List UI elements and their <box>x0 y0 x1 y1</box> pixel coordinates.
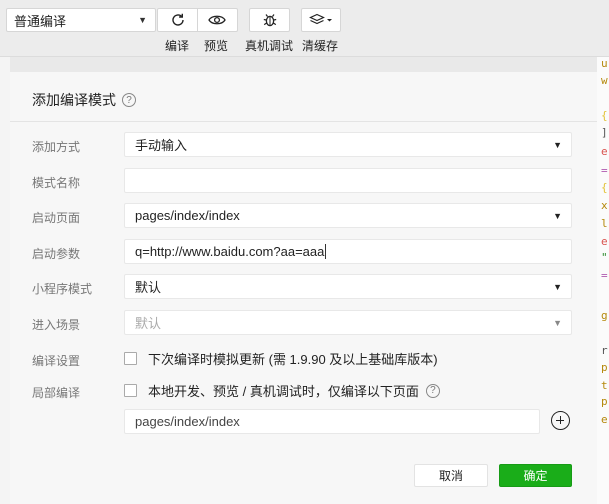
left-panel-edge <box>0 57 10 504</box>
code-glyph: " <box>601 251 608 264</box>
cancel-button[interactable]: 取消 <box>414 464 488 487</box>
code-glyph: u <box>601 57 608 70</box>
partial-compile-option[interactable]: 本地开发、预览 / 真机调试时，仅编译以下页面 ? <box>124 381 440 400</box>
partial-compile-page-input[interactable]: pages/index/index <box>124 409 540 434</box>
code-glyph: = <box>601 269 608 282</box>
divider <box>10 121 597 122</box>
caret-down-icon: ▼ <box>553 211 562 221</box>
code-glyph: e <box>601 413 608 426</box>
text-cursor <box>325 244 327 259</box>
add-method-label: 添加方式 <box>32 140 81 154</box>
code-glyph: w <box>601 74 608 87</box>
compile-preview-group <box>157 8 238 32</box>
compile-label: 编译 <box>165 39 190 53</box>
start-page-value: pages/index/index <box>135 208 240 223</box>
add-page-icon[interactable] <box>551 411 570 430</box>
code-glyph: = <box>601 164 608 177</box>
help-icon[interactable]: ? <box>425 383 440 398</box>
start-page-select[interactable]: pages/index/index ▼ <box>124 203 572 228</box>
cache-group <box>301 8 341 32</box>
simulate-update-text: 下次编译时模拟更新 (需 1.9.90 及以上基础库版本) <box>148 352 438 367</box>
code-editor-edge: u w{] e ={x l e " = g r p t p e <box>597 57 609 504</box>
code-glyph: r <box>601 344 608 357</box>
entry-scene-label: 进入场景 <box>32 318 81 332</box>
compile-settings-label: 编译设置 <box>32 354 81 368</box>
refresh-icon <box>171 13 184 26</box>
simulate-update-option[interactable]: 下次编译时模拟更新 (需 1.9.90 及以上基础库版本) <box>124 349 438 368</box>
code-glyph: e <box>601 145 608 158</box>
clear-cache-button[interactable] <box>302 9 340 31</box>
eye-icon <box>208 15 226 25</box>
caret-down-icon: ▼ <box>553 318 562 328</box>
code-glyph: l <box>601 217 608 230</box>
code-glyph: ] <box>601 126 608 139</box>
caret-down-icon: ▼ <box>553 282 562 292</box>
start-params-label: 启动参数 <box>32 247 81 261</box>
entry-scene-value: 默认 <box>135 316 162 331</box>
code-glyph: x <box>601 199 608 212</box>
code-glyph: p <box>601 395 608 408</box>
code-glyph: { <box>601 181 608 194</box>
confirm-button[interactable]: 确定 <box>499 464 572 487</box>
mode-name-text-input[interactable] <box>135 173 571 188</box>
partial-compile-label: 局部编译 <box>32 386 81 400</box>
start-params-value: q=http://www.baidu.com?aa=aaa <box>135 244 325 259</box>
debug-group <box>249 8 290 32</box>
simulate-update-checkbox[interactable] <box>124 352 137 365</box>
remote-debug-label: 真机调试 <box>245 39 294 53</box>
compile-mode-select[interactable]: 普通编译 ▼ <box>6 8 156 32</box>
mode-name-label: 模式名称 <box>32 176 81 190</box>
partial-compile-checkbox[interactable] <box>124 384 137 397</box>
compile-button[interactable] <box>158 9 197 31</box>
add-method-select[interactable]: 手动输入 ▼ <box>124 132 572 157</box>
toolbar: 普通编译 ▼ 编译 预览 真机调试 清缓存 <box>0 0 609 57</box>
miniprogram-mode-label: 小程序模式 <box>32 282 93 296</box>
bug-icon <box>263 14 276 27</box>
miniprogram-mode-value: 默认 <box>135 280 162 295</box>
code-glyph: t <box>601 379 608 392</box>
layers-icon <box>309 13 332 25</box>
entry-scene-select[interactable]: 默认 ▼ <box>124 310 572 335</box>
miniprogram-mode-select[interactable]: 默认 ▼ <box>124 274 572 299</box>
code-glyph: { <box>601 109 608 122</box>
remote-debug-button[interactable] <box>250 9 289 31</box>
add-method-value: 手动输入 <box>135 138 188 153</box>
add-compile-mode-dialog: 添加编译模式 ? 添加方式 手动输入 ▼ 模式名称 启动页面 pages/ind… <box>10 72 597 504</box>
help-icon[interactable]: ? <box>122 93 136 107</box>
clear-cache-label: 清缓存 <box>302 39 339 53</box>
preview-button[interactable] <box>197 9 236 31</box>
code-glyph: e <box>601 235 608 248</box>
partial-compile-page-value: pages/index/index <box>135 414 240 429</box>
partial-compile-text: 本地开发、预览 / 真机调试时，仅编译以下页面 <box>148 384 419 399</box>
code-glyph: g <box>601 309 608 322</box>
start-params-input[interactable]: q=http://www.baidu.com?aa=aaa <box>124 239 572 264</box>
preview-label: 预览 <box>204 39 229 53</box>
start-page-label: 启动页面 <box>32 211 81 225</box>
dialog-title: 添加编译模式 ? <box>32 90 136 110</box>
code-glyph: p <box>601 361 608 374</box>
compile-mode-value: 普通编译 <box>14 13 67 29</box>
caret-down-icon: ▼ <box>138 15 147 25</box>
dialog-title-text: 添加编译模式 <box>32 92 116 108</box>
mode-name-input[interactable] <box>124 168 572 193</box>
caret-down-icon: ▼ <box>553 140 562 150</box>
